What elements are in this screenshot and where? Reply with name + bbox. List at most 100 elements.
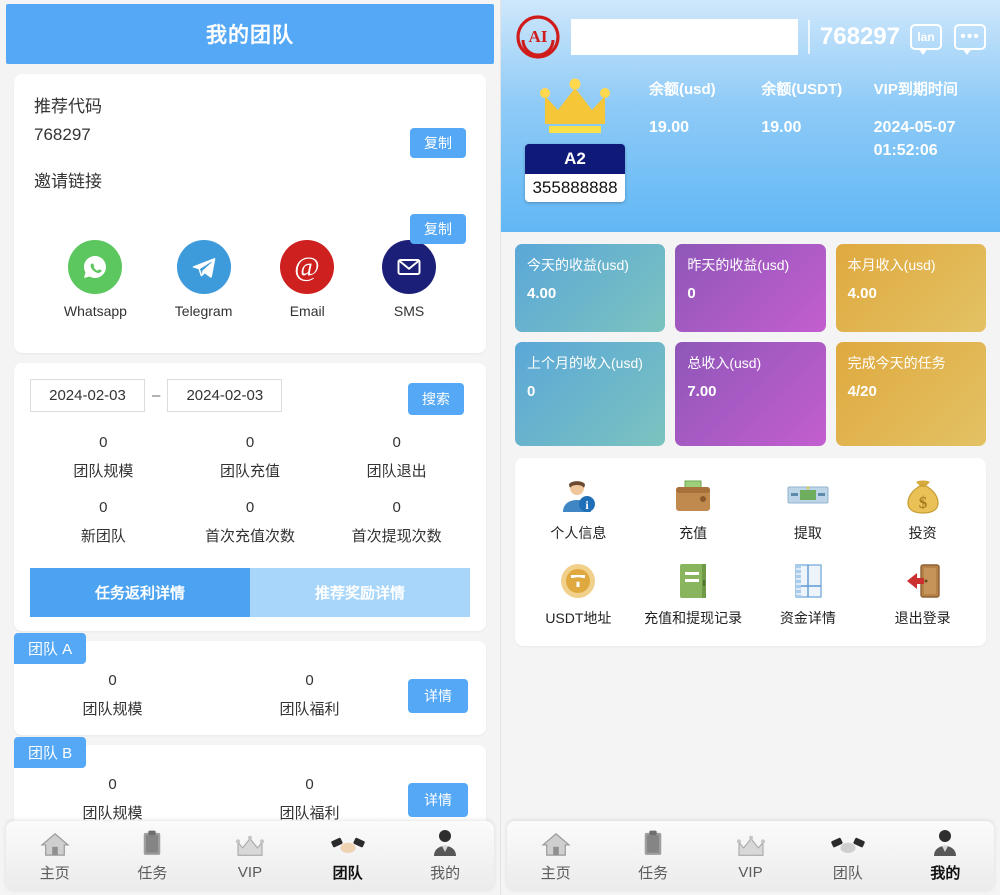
- team-a-detail-button[interactable]: 详情: [408, 678, 468, 713]
- wallet-icon: [673, 474, 713, 518]
- svg-text:$: $: [918, 493, 927, 512]
- team-stat-label: 团队福利: [279, 701, 340, 718]
- menu-label: USDT地址: [545, 609, 612, 626]
- menu-personal-info[interactable]: i 个人信息: [521, 474, 636, 543]
- chat-icon[interactable]: •••: [954, 24, 986, 55]
- crown-icon: [736, 831, 766, 859]
- card-yesterday-income[interactable]: 昨天的收益(usd) 0: [675, 244, 826, 332]
- share-email[interactable]: @ Email: [280, 240, 335, 319]
- referral-code-label: 推荐代码: [34, 97, 102, 116]
- profile-topbar: AI 768297 lan •••: [515, 14, 986, 60]
- clipboard-icon: [642, 829, 664, 857]
- menu-label: 提取: [793, 525, 822, 541]
- menu-label: 充值和提现记录: [644, 609, 743, 626]
- share-telegram[interactable]: Telegram: [174, 240, 233, 319]
- menu-withdraw[interactable]: 提取: [751, 474, 866, 543]
- menu-usdt-address[interactable]: USDT地址: [521, 559, 636, 628]
- stat-first-recharge-count: 0 首次充值次数: [177, 499, 324, 546]
- balance-label: 余额(usd): [649, 81, 716, 98]
- left-panel-team-page: 我的团队 推荐代码 768297 邀请链接 复制 复制 Whatsapp Tel…: [0, 0, 500, 895]
- income-stat-cards: 今天的收益(usd) 4.00 昨天的收益(usd) 0 本月收入(usd) 4…: [501, 232, 1000, 446]
- card-value: 4/20: [847, 382, 877, 400]
- balance-columns: 余额(usd) 19.00 余额(USDT) 19.00 VIP到期时间 202…: [635, 78, 986, 202]
- balance-usd: 余额(usd) 19.00: [649, 78, 761, 202]
- crown-icon: [539, 78, 611, 136]
- card-last-month-income[interactable]: 上个月的收入(usd) 0: [515, 342, 666, 446]
- handshake-icon: [330, 829, 365, 857]
- ledger-book-icon: [676, 559, 710, 603]
- stat-new-team: 0 新团队: [30, 499, 177, 546]
- search-button[interactable]: 搜索: [408, 383, 464, 415]
- nav-item-tasks[interactable]: 任务: [104, 829, 202, 883]
- stat-team-recharge: 0 团队充值: [177, 434, 324, 481]
- date-to-input[interactable]: [167, 379, 283, 412]
- search-input[interactable]: [571, 19, 798, 55]
- menu-label: 投资: [908, 525, 937, 541]
- share-whatsapp-label: Whatsapp: [63, 303, 127, 319]
- nav-item-team[interactable]: 团队: [799, 829, 896, 883]
- team-b-tag: 团队 B: [14, 737, 87, 768]
- nav-item-mine[interactable]: 我的: [396, 829, 494, 883]
- stat-label: 团队退出: [366, 463, 427, 480]
- card-label: 上个月的收入(usd): [527, 355, 643, 371]
- share-sms[interactable]: SMS: [382, 240, 437, 319]
- menu-row-1: i 个人信息 充值 提取 $ 投资: [521, 474, 980, 543]
- card-today-tasks[interactable]: 完成今天的任务 4/20: [835, 342, 986, 446]
- nav-item-vip[interactable]: VIP: [201, 831, 299, 881]
- nav-item-mine[interactable]: 我的: [897, 829, 994, 883]
- banknote-icon: [787, 474, 829, 518]
- header-icons: lan •••: [910, 24, 986, 55]
- tab-task-rebate-detail[interactable]: 任务返利详情: [30, 568, 250, 617]
- share-telegram-label: Telegram: [174, 303, 233, 319]
- date-from-input[interactable]: [30, 379, 145, 412]
- whatsapp-icon: [68, 240, 123, 294]
- profile-menu-card: i 个人信息 充值 提取 $ 投资 USDT地址 充值和提现记录 资金详情 退出…: [515, 458, 986, 646]
- team-b-size: 0 团队规模: [14, 776, 211, 823]
- nav-item-vip[interactable]: VIP: [702, 831, 799, 881]
- card-total-income[interactable]: 总收入(usd) 7.00: [675, 342, 826, 446]
- logout-door-icon: [904, 559, 942, 603]
- page-title: 我的团队: [206, 24, 294, 47]
- user-icon: [432, 829, 458, 857]
- tab-referral-reward-detail[interactable]: 推荐奖励详情: [250, 568, 470, 617]
- nav-item-home[interactable]: 主页: [507, 829, 604, 883]
- menu-fund-details[interactable]: 资金详情: [751, 559, 866, 628]
- menu-transaction-records[interactable]: 充值和提现记录: [636, 559, 751, 628]
- nav-label-mine: 我的: [930, 865, 961, 882]
- stat-team-exit: 0 团队退出: [323, 434, 470, 481]
- team-stat-label: 团队福利: [279, 805, 340, 822]
- stat-label: 首次提现次数: [351, 528, 442, 545]
- team-stat-value: 0: [108, 776, 117, 793]
- copy-referral-code-button[interactable]: 复制: [410, 128, 466, 159]
- nav-label-team: 团队: [832, 865, 863, 882]
- menu-label: 资金详情: [779, 609, 836, 626]
- menu-logout[interactable]: 退出登录: [865, 559, 980, 628]
- team-stats-row-1: 0 团队规模 0 团队充值 0 团队退出: [30, 434, 470, 481]
- team-b-body: 0 团队规模 0 团队福利 详情: [14, 776, 486, 823]
- card-today-income[interactable]: 今天的收益(usd) 4.00: [515, 244, 666, 332]
- menu-invest[interactable]: $ 投资: [865, 474, 980, 543]
- home-icon: [40, 829, 70, 857]
- nav-label-tasks: 任务: [638, 865, 669, 882]
- nav-item-home[interactable]: 主页: [6, 829, 104, 883]
- svg-text:@: @: [294, 251, 319, 282]
- stat-team-size: 0 团队规模: [30, 434, 177, 481]
- left-panel-body: 推荐代码 768297 邀请链接 复制 复制 Whatsapp Telegram…: [0, 74, 500, 839]
- share-whatsapp[interactable]: Whatsapp: [64, 240, 127, 319]
- card-month-income[interactable]: 本月收入(usd) 4.00: [835, 244, 986, 332]
- team-a-tag: 团队 A: [14, 633, 87, 664]
- team-stat-label: 团队规模: [82, 701, 143, 718]
- stat-label: 团队充值: [220, 463, 281, 480]
- nav-item-tasks[interactable]: 任务: [604, 829, 701, 883]
- copy-invite-link-button[interactable]: 复制: [410, 214, 466, 245]
- handshake-icon: [831, 829, 865, 857]
- language-icon[interactable]: lan: [910, 24, 942, 55]
- card-label: 今天的收益(usd): [527, 257, 629, 273]
- bottom-nav-right: 主页 任务 VIP 团队 我的: [507, 821, 994, 891]
- menu-recharge[interactable]: 充值: [636, 474, 751, 543]
- team-b-detail-button[interactable]: 详情: [408, 782, 468, 817]
- menu-label: 个人信息: [550, 525, 607, 541]
- menu-row-2: USDT地址 充值和提现记录 资金详情 退出登录: [521, 559, 980, 628]
- right-panel-profile-page: AI 768297 lan ••• A2 355888888 余额(usd) 1…: [500, 0, 1000, 895]
- nav-item-team[interactable]: 团队: [299, 829, 397, 883]
